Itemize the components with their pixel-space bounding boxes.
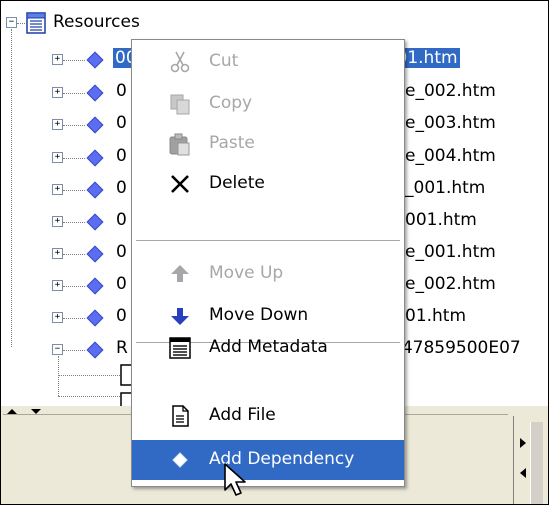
tree-item-label-suffix[interactable]: e_004.htm: [405, 146, 496, 166]
tree-item-label-prefix[interactable]: 0: [116, 178, 127, 198]
resources-folder-icon: [26, 12, 46, 34]
resource-tree-window: − Resources + 00_activities/activities_f…: [0, 0, 549, 505]
tree-item-label-suffix[interactable]: e_001.htm: [405, 242, 496, 262]
resource-diamond-icon: [86, 213, 104, 231]
tree-item-label-suffix[interactable]: 001.htm: [405, 210, 477, 230]
tree-connector: [17, 23, 25, 24]
tree-connector: [58, 375, 120, 376]
arrow-up-icon: [171, 265, 189, 282]
tree-item-label-prefix[interactable]: 0: [116, 113, 127, 133]
tree-connector: [63, 350, 85, 351]
tree-item-label-prefix[interactable]: 0: [116, 210, 127, 230]
dependency-diamond-icon: [172, 452, 188, 468]
scroll-track[interactable]: [530, 422, 543, 504]
metadata-icon: [169, 337, 191, 359]
tree-item-label-suffix[interactable]: e_003.htm: [405, 113, 496, 133]
menu-item-label: Copy: [209, 93, 253, 113]
menu-item-add-metadata[interactable]: Add Metadata: [132, 328, 404, 368]
menu-item-label: Move Down: [209, 305, 309, 325]
resource-diamond-icon: [86, 181, 104, 199]
scroll-arrows-icon[interactable]: [518, 434, 528, 494]
tree-item-label-suffix[interactable]: e_002.htm: [405, 274, 496, 294]
menu-item-add-dependency[interactable]: Add Dependency: [132, 440, 404, 480]
tree-item-label-prefix[interactable]: 0: [116, 146, 127, 166]
tree-item-label-prefix[interactable]: 0: [116, 306, 127, 326]
menu-item-label: Move Up: [209, 263, 284, 283]
resource-diamond-icon: [86, 51, 104, 69]
tree-connector: [63, 318, 85, 319]
tree-child-line: [58, 356, 59, 396]
menu-item-paste[interactable]: Paste: [132, 124, 404, 164]
expand-toggle[interactable]: +: [52, 87, 63, 98]
tree-connector: [58, 396, 120, 397]
resource-diamond-icon: [86, 309, 104, 327]
resource-diamond-icon: [86, 245, 104, 263]
menu-item-add-file[interactable]: Add File: [132, 396, 404, 436]
tree-connector: [63, 158, 85, 159]
menu-item-label: Paste: [209, 133, 255, 153]
menu-item-move-up[interactable]: Move Up: [132, 254, 404, 294]
context-menu: Cut Copy Paste Delete Move Up Move Down …: [131, 39, 405, 487]
tree-connector: [63, 60, 85, 61]
menu-item-label: Add Metadata: [209, 337, 328, 357]
scissors-icon: [170, 51, 190, 73]
tree-item-label-suffix[interactable]: 01.htm: [405, 306, 466, 326]
menu-item-label: Cut: [209, 51, 239, 71]
copy-icon: [170, 94, 190, 115]
tree-connector: [63, 190, 85, 191]
collapse-toggle[interactable]: −: [52, 344, 63, 355]
tree-item-label-prefix[interactable]: R: [116, 338, 128, 358]
expand-toggle[interactable]: +: [52, 280, 63, 291]
arrow-down-icon: [171, 308, 189, 325]
tree-item-label-suffix[interactable]: _001.htm: [405, 178, 485, 198]
tree-connector: [63, 125, 85, 126]
resource-diamond-icon: [86, 341, 104, 359]
resource-diamond-icon: [86, 84, 104, 102]
expand-toggle[interactable]: +: [52, 184, 63, 195]
tree-item-label-prefix[interactable]: 0: [116, 274, 127, 294]
tree-connector: [63, 254, 85, 255]
side-scroll-panel[interactable]: [513, 416, 544, 504]
menu-item-copy[interactable]: Copy: [132, 84, 404, 124]
tree-item-label-suffix[interactable]: 547859500E07: [391, 338, 521, 358]
root-collapse-toggle[interactable]: −: [6, 17, 17, 28]
splitter-arrows-icon[interactable]: [5, 406, 45, 416]
resource-diamond-icon: [86, 149, 104, 167]
menu-separator: [136, 240, 400, 241]
tree-connector: [63, 286, 85, 287]
menu-item-delete[interactable]: Delete: [132, 164, 404, 204]
resource-diamond-icon: [86, 116, 104, 134]
expand-toggle[interactable]: +: [52, 312, 63, 323]
tree-connector: [63, 93, 85, 94]
menu-item-cut[interactable]: Cut: [132, 42, 404, 82]
file-icon: [172, 405, 189, 427]
expand-toggle[interactable]: +: [52, 152, 63, 163]
delete-x-icon: [171, 175, 189, 193]
expand-toggle[interactable]: +: [52, 119, 63, 130]
expand-toggle[interactable]: +: [52, 248, 63, 259]
tree-connector: [63, 222, 85, 223]
resource-diamond-icon: [86, 277, 104, 295]
menu-item-label: Add File: [209, 405, 276, 425]
expand-toggle[interactable]: +: [52, 54, 63, 65]
tree-item-label-prefix[interactable]: 0: [116, 242, 127, 262]
tree-item-label-suffix[interactable]: e_002.htm: [405, 81, 496, 101]
expand-toggle[interactable]: +: [52, 216, 63, 227]
paste-icon: [169, 133, 190, 156]
menu-item-label: Delete: [209, 173, 265, 193]
tree-root-label[interactable]: Resources: [53, 12, 140, 32]
mouse-pointer-icon: [224, 463, 246, 496]
tree-item-label-prefix[interactable]: 0: [116, 81, 127, 101]
